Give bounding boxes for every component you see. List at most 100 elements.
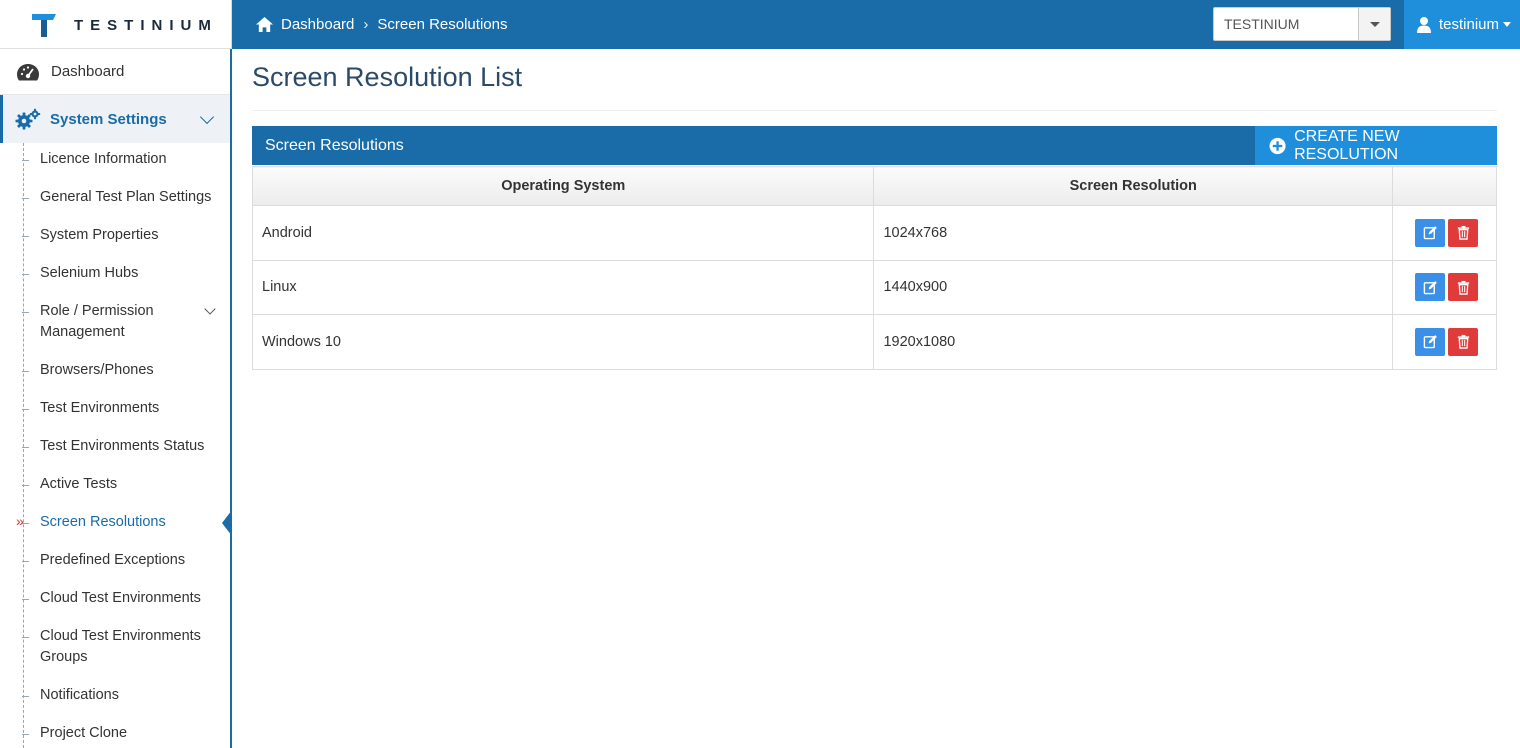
tree-branch: [22, 198, 29, 199]
sidebar: Dashboard System Settings Licence Inform…: [0, 49, 232, 748]
project-select[interactable]: TESTINIUM: [1213, 7, 1391, 41]
sidebar-item-system-settings[interactable]: System Settings: [0, 95, 230, 143]
create-new-resolution-button[interactable]: CREATE NEW RESOLUTION: [1255, 126, 1497, 165]
edit-button[interactable]: [1415, 273, 1445, 302]
cell-screen-resolution: 1920x1080: [873, 314, 1394, 370]
delete-button[interactable]: [1448, 273, 1478, 302]
gears-icon: [15, 108, 41, 130]
dashboard-gauge-icon: [17, 63, 39, 80]
active-pointer-icon: [222, 510, 232, 536]
sidebar-item-dashboard[interactable]: Dashboard: [0, 49, 230, 95]
tree-branch: [22, 561, 29, 562]
trash-icon: [1456, 225, 1471, 240]
sidebar-subitem[interactable]: Project Clone: [0, 723, 230, 744]
sidebar-section-label: System Settings: [50, 110, 167, 128]
sidebar-subitem[interactable]: Browsers/Phones: [0, 360, 230, 381]
chevron-down-icon: [199, 109, 215, 124]
sidebar-subitem[interactable]: Screen Resolutions »: [0, 510, 232, 536]
breadcrumb-current: Screen Resolutions: [377, 16, 508, 33]
sidebar-subitem[interactable]: Predefined Exceptions: [0, 550, 230, 571]
edit-icon: [1423, 225, 1438, 240]
sidebar-subitem[interactable]: Role / Permission Management: [0, 301, 230, 343]
testinium-logo-icon: [32, 14, 56, 37]
project-select-value: TESTINIUM: [1224, 16, 1300, 32]
sidebar-subitem-label: Cloud Test Environments Groups: [40, 628, 201, 665]
column-header-operating-system[interactable]: Operating System: [251, 166, 875, 206]
project-select-toggle[interactable]: [1358, 8, 1390, 40]
sidebar-subitem-label: Browsers/Phones: [40, 362, 154, 378]
cell-screen-resolution: 1024x768: [873, 205, 1394, 261]
table-row: Android 1024x768: [251, 205, 1497, 261]
sidebar-subitem-label: Predefined Exceptions: [40, 552, 186, 568]
sidebar-subitem[interactable]: Cloud Test Environments Groups: [0, 626, 230, 668]
sidebar-subitem[interactable]: Active Tests: [0, 474, 230, 495]
column-header-screen-resolution[interactable]: Screen Resolution: [873, 166, 1394, 206]
panel-header: Screen Resolutions CREATE NEW RESOLUTION: [252, 126, 1497, 165]
edit-icon: [1423, 280, 1438, 295]
page-title: Screen Resolution List: [252, 62, 523, 92]
sidebar-subitem-label: Selenium Hubs: [40, 265, 139, 281]
sidebar-subitem-label: Screen Resolutions: [40, 514, 166, 530]
sidebar-subitem[interactable]: Cloud Test Environments: [0, 588, 230, 609]
create-button-label: CREATE NEW RESOLUTION: [1294, 127, 1400, 163]
tree-branch: [22, 599, 29, 600]
delete-button[interactable]: [1448, 218, 1478, 247]
sidebar-subitem-label: Test Environments Status: [40, 438, 205, 454]
sidebar-subitem[interactable]: General Test Plan Settings: [0, 187, 230, 208]
sidebar-subitem-label: System Properties: [40, 227, 159, 243]
tree-branch: [22, 371, 29, 372]
tree-branch: [22, 274, 29, 275]
sidebar-subitem-label: Role / Permission Management: [40, 303, 154, 340]
top-bar: TESTINIUM Dashboard › Screen Resolutions…: [0, 0, 1520, 49]
sidebar-subitem-label: Active Tests: [40, 476, 118, 492]
tree-branch: [22, 236, 29, 237]
tree-branch: [22, 485, 29, 486]
table-row: Windows 10 1920x1080: [251, 314, 1497, 370]
caret-down-icon: [1369, 21, 1380, 27]
resolutions-table: Operating System Screen Resolution Andro…: [251, 166, 1497, 370]
user-menu-button[interactable]: testinium: [1404, 0, 1520, 49]
edit-button[interactable]: [1415, 327, 1445, 356]
caret-down-icon: [1503, 22, 1512, 27]
tree-branch: [22, 447, 29, 448]
tree-branch: [22, 734, 29, 735]
title-divider: [252, 110, 1497, 111]
sidebar-subitem-label: Test Environments: [40, 400, 160, 416]
sidebar-subitem[interactable]: Notifications: [0, 685, 230, 706]
cell-operating-system: Android: [251, 205, 875, 261]
tree-branch: [22, 312, 29, 313]
sidebar-subitem[interactable]: Selenium Hubs: [0, 263, 230, 284]
tree-branch: [22, 160, 29, 161]
breadcrumb: Dashboard › Screen Resolutions: [255, 0, 507, 49]
tree-branch: [22, 637, 29, 638]
home-icon[interactable]: [255, 16, 274, 33]
cell-operating-system: Linux: [251, 259, 875, 315]
tree-branch: [22, 696, 29, 697]
cell-operating-system: Windows 10: [251, 314, 875, 370]
cell-actions: [1392, 259, 1497, 315]
sidebar-subitem[interactable]: Test Environments Status: [0, 436, 230, 457]
trash-icon: [1456, 334, 1471, 349]
sidebar-subitem[interactable]: System Properties: [0, 225, 230, 246]
sidebar-subitem-label: Project Clone: [40, 725, 128, 741]
sidebar-subitem[interactable]: Test Environments: [0, 398, 230, 419]
cell-actions: [1392, 314, 1497, 370]
column-header-actions: [1392, 166, 1497, 206]
plus-circle-icon: [1269, 137, 1286, 154]
sidebar-subitem-label: General Test Plan Settings: [40, 189, 212, 205]
user-name: testinium: [1439, 16, 1500, 33]
cell-actions: [1392, 205, 1497, 261]
table-row: Linux 1440x900: [251, 259, 1497, 315]
trash-icon: [1456, 280, 1471, 295]
table-header-row: Operating System Screen Resolution: [251, 166, 1497, 206]
breadcrumb-dashboard-link[interactable]: Dashboard: [281, 16, 354, 33]
sidebar-subitem-label: Cloud Test Environments: [40, 590, 201, 606]
sidebar-item-label: Dashboard: [51, 63, 125, 80]
cell-screen-resolution: 1440x900: [873, 259, 1394, 315]
logo[interactable]: TESTINIUM: [0, 0, 232, 49]
edit-button[interactable]: [1415, 218, 1445, 247]
sidebar-subitem-label: Licence Information: [40, 151, 167, 167]
sidebar-subitem[interactable]: Licence Information: [0, 149, 230, 170]
active-marker-icon: »: [16, 513, 24, 529]
delete-button[interactable]: [1448, 327, 1478, 356]
